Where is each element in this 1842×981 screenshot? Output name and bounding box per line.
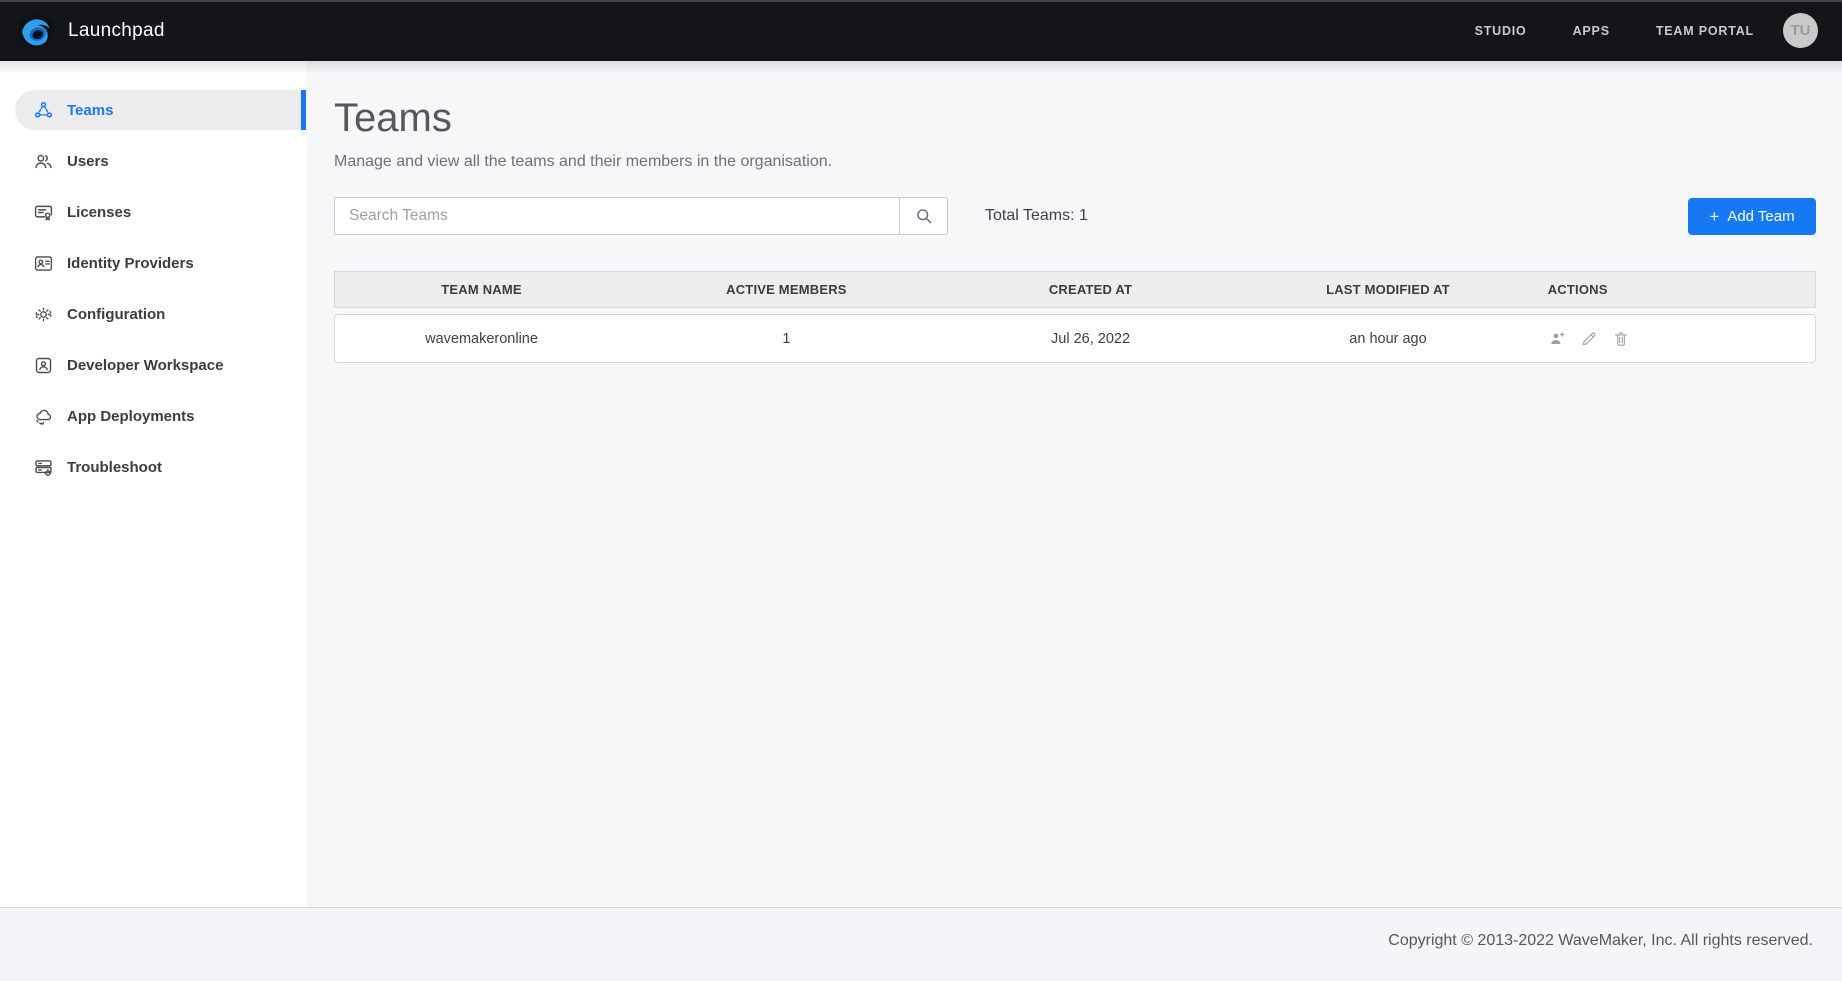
troubleshoot-icon — [33, 457, 54, 478]
app-deployments-icon — [33, 406, 54, 427]
search-group — [334, 197, 948, 235]
teams-table: TEAM NAME ACTIVE MEMBERS CREATED AT LAST… — [334, 271, 1816, 363]
page-title: Teams — [334, 96, 1816, 140]
created-at-cell: Jul 26, 2022 — [945, 331, 1237, 347]
nav-team-portal[interactable]: TEAM PORTAL — [1656, 24, 1754, 38]
plus-icon: + — [1709, 208, 1719, 225]
app-header: Launchpad STUDIO APPS TEAM PORTAL TU — [0, 0, 1842, 61]
edit-team-button[interactable] — [1580, 330, 1598, 348]
sidebar-item-label: Licenses — [67, 204, 131, 221]
app-footer: Copyright © 2013-2022 WaveMaker, Inc. Al… — [0, 907, 1842, 981]
column-header-active-members: ACTIVE MEMBERS — [628, 282, 945, 297]
sidebar-item-developer-workspace[interactable]: Developer Workspace — [0, 345, 306, 385]
last-modified-cell: an hour ago — [1236, 331, 1539, 347]
edit-icon — [1580, 330, 1598, 348]
search-icon — [914, 206, 934, 226]
table-row: wavemakeronline 1 Jul 26, 2022 an hour a… — [334, 314, 1816, 363]
sidebar-item-label: Configuration — [67, 306, 165, 323]
column-header-last-modified-at: LAST MODIFIED AT — [1236, 282, 1539, 297]
delete-icon — [1612, 330, 1630, 348]
sidebar-item-label: Troubleshoot — [67, 459, 162, 476]
table-header-row: TEAM NAME ACTIVE MEMBERS CREATED AT LAST… — [334, 271, 1816, 308]
app-title: Launchpad — [68, 20, 165, 42]
teams-icon — [33, 100, 54, 121]
nav-studio[interactable]: STUDIO — [1475, 24, 1527, 38]
search-input[interactable] — [335, 198, 899, 234]
column-header-created-at: CREATED AT — [945, 282, 1237, 297]
total-teams-label: Total Teams: 1 — [985, 207, 1088, 225]
toolbar: Total Teams: 1 + Add Team — [334, 197, 1816, 235]
row-actions — [1548, 330, 1815, 348]
users-icon — [33, 151, 54, 172]
team-name-cell: wavemakeronline — [335, 331, 628, 347]
wavemaker-logo-icon — [17, 12, 55, 50]
sidebar-item-teams[interactable]: Teams — [15, 90, 306, 130]
add-member-button[interactable] — [1548, 330, 1566, 348]
user-avatar[interactable]: TU — [1783, 13, 1818, 48]
copyright-text: Copyright © 2013-2022 WaveMaker, Inc. Al… — [1388, 932, 1813, 950]
active-members-cell: 1 — [628, 331, 945, 347]
sidebar: Teams Users Licenses — [0, 61, 306, 907]
developer-workspace-icon — [33, 355, 54, 376]
sidebar-item-label: Identity Providers — [67, 255, 194, 272]
nav-apps[interactable]: APPS — [1573, 24, 1610, 38]
top-nav: STUDIO APPS TEAM PORTAL TU — [1429, 13, 1818, 48]
configuration-icon — [33, 304, 54, 325]
identity-providers-icon — [33, 253, 54, 274]
sidebar-item-label: App Deployments — [67, 408, 195, 425]
sidebar-item-app-deployments[interactable]: App Deployments — [0, 396, 306, 436]
sidebar-item-label: Users — [67, 153, 109, 170]
avatar-initials: TU — [1791, 22, 1811, 39]
column-header-team-name: TEAM NAME — [335, 282, 628, 297]
column-header-actions: ACTIONS — [1540, 282, 1815, 297]
sidebar-item-label: Teams — [67, 102, 113, 119]
main-content: Teams Manage and view all the teams and … — [306, 61, 1842, 907]
licenses-icon — [33, 202, 54, 223]
brand[interactable]: Launchpad — [17, 12, 165, 50]
sidebar-item-configuration[interactable]: Configuration — [0, 294, 306, 334]
sidebar-item-users[interactable]: Users — [0, 141, 306, 181]
page-subtitle: Manage and view all the teams and their … — [334, 153, 1816, 171]
sidebar-item-identity-providers[interactable]: Identity Providers — [0, 243, 306, 283]
sidebar-item-troubleshoot[interactable]: Troubleshoot — [0, 447, 306, 487]
add-team-label: Add Team — [1727, 208, 1794, 225]
delete-team-button[interactable] — [1612, 330, 1630, 348]
search-button[interactable] — [899, 198, 947, 234]
add-member-icon — [1548, 330, 1566, 348]
add-team-button[interactable]: + Add Team — [1688, 198, 1816, 235]
sidebar-item-label: Developer Workspace — [67, 357, 223, 374]
sidebar-item-licenses[interactable]: Licenses — [0, 192, 306, 232]
